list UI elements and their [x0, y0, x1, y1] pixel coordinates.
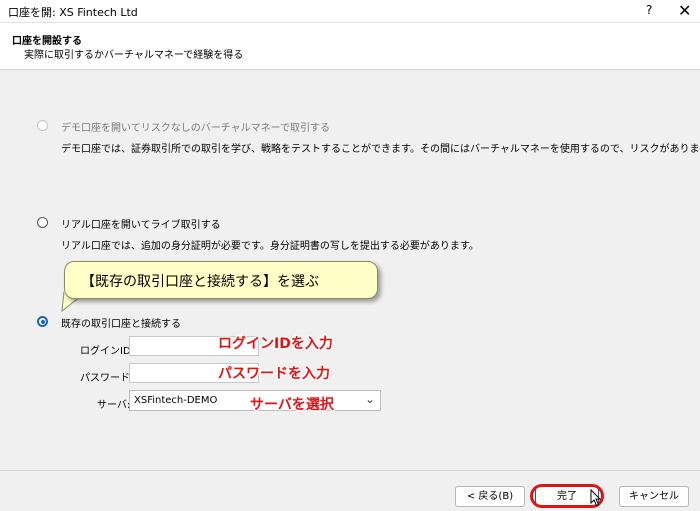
option-existing-label[interactable]: 既存の取引口座と接続する	[61, 315, 181, 330]
window-title: 口座を開: XS Fintech Ltd	[8, 6, 138, 19]
option-real-label[interactable]: リアル口座を開いてライブ取引する	[61, 216, 221, 231]
password-label: パスワード:	[80, 373, 134, 384]
close-icon[interactable]: ✕	[678, 1, 691, 20]
title-bar: 口座を開: XS Fintech Ltd ? ✕	[0, 0, 700, 23]
cancel-button[interactable]: キャンセル	[619, 486, 689, 507]
radio-existing-account[interactable]	[37, 316, 48, 327]
chevron-down-icon[interactable]: ⌄	[365, 392, 375, 406]
radio-real-account[interactable]	[37, 217, 48, 228]
option-demo-description: デモ口座では、証券取引所での取引を学び、戦略をテストすることができます。その間に…	[61, 144, 700, 155]
wizard-header: 口座を開設する 実際に取引するかバーチャルマネーで経験を得る	[0, 23, 700, 70]
radio-demo-account	[37, 120, 48, 131]
option-demo-label: デモ口座を開いてリスクなしのバーチャルマネーで取引する	[61, 123, 330, 134]
callout-text: 【既存の取引口座と接続する】を選ぶ	[81, 274, 319, 290]
login-hint-label: ログインIDを入力	[218, 336, 333, 352]
page-title: 口座を開設する	[12, 36, 82, 47]
option-real-description: リアル口座では、追加の身分証明が必要です。身分証明書の写しを提出する必要がありま…	[61, 241, 479, 252]
server-hint-label: サーバを選択	[250, 397, 334, 413]
annotation-callout: 【既存の取引口座と接続する】を選ぶ	[64, 261, 378, 299]
back-button[interactable]: < 戻る(B)	[455, 486, 525, 507]
server-value: XSFintech-DEMO	[134, 395, 218, 406]
login-label: ログインID:	[80, 346, 135, 357]
page-subtitle: 実際に取引するかバーチャルマネーで経験を得る	[24, 50, 244, 61]
mouse-pointer-icon	[590, 489, 602, 507]
help-icon[interactable]: ?	[646, 3, 652, 17]
password-hint-label: パスワードを入力	[218, 366, 330, 382]
server-label: サーバ:	[97, 400, 131, 411]
